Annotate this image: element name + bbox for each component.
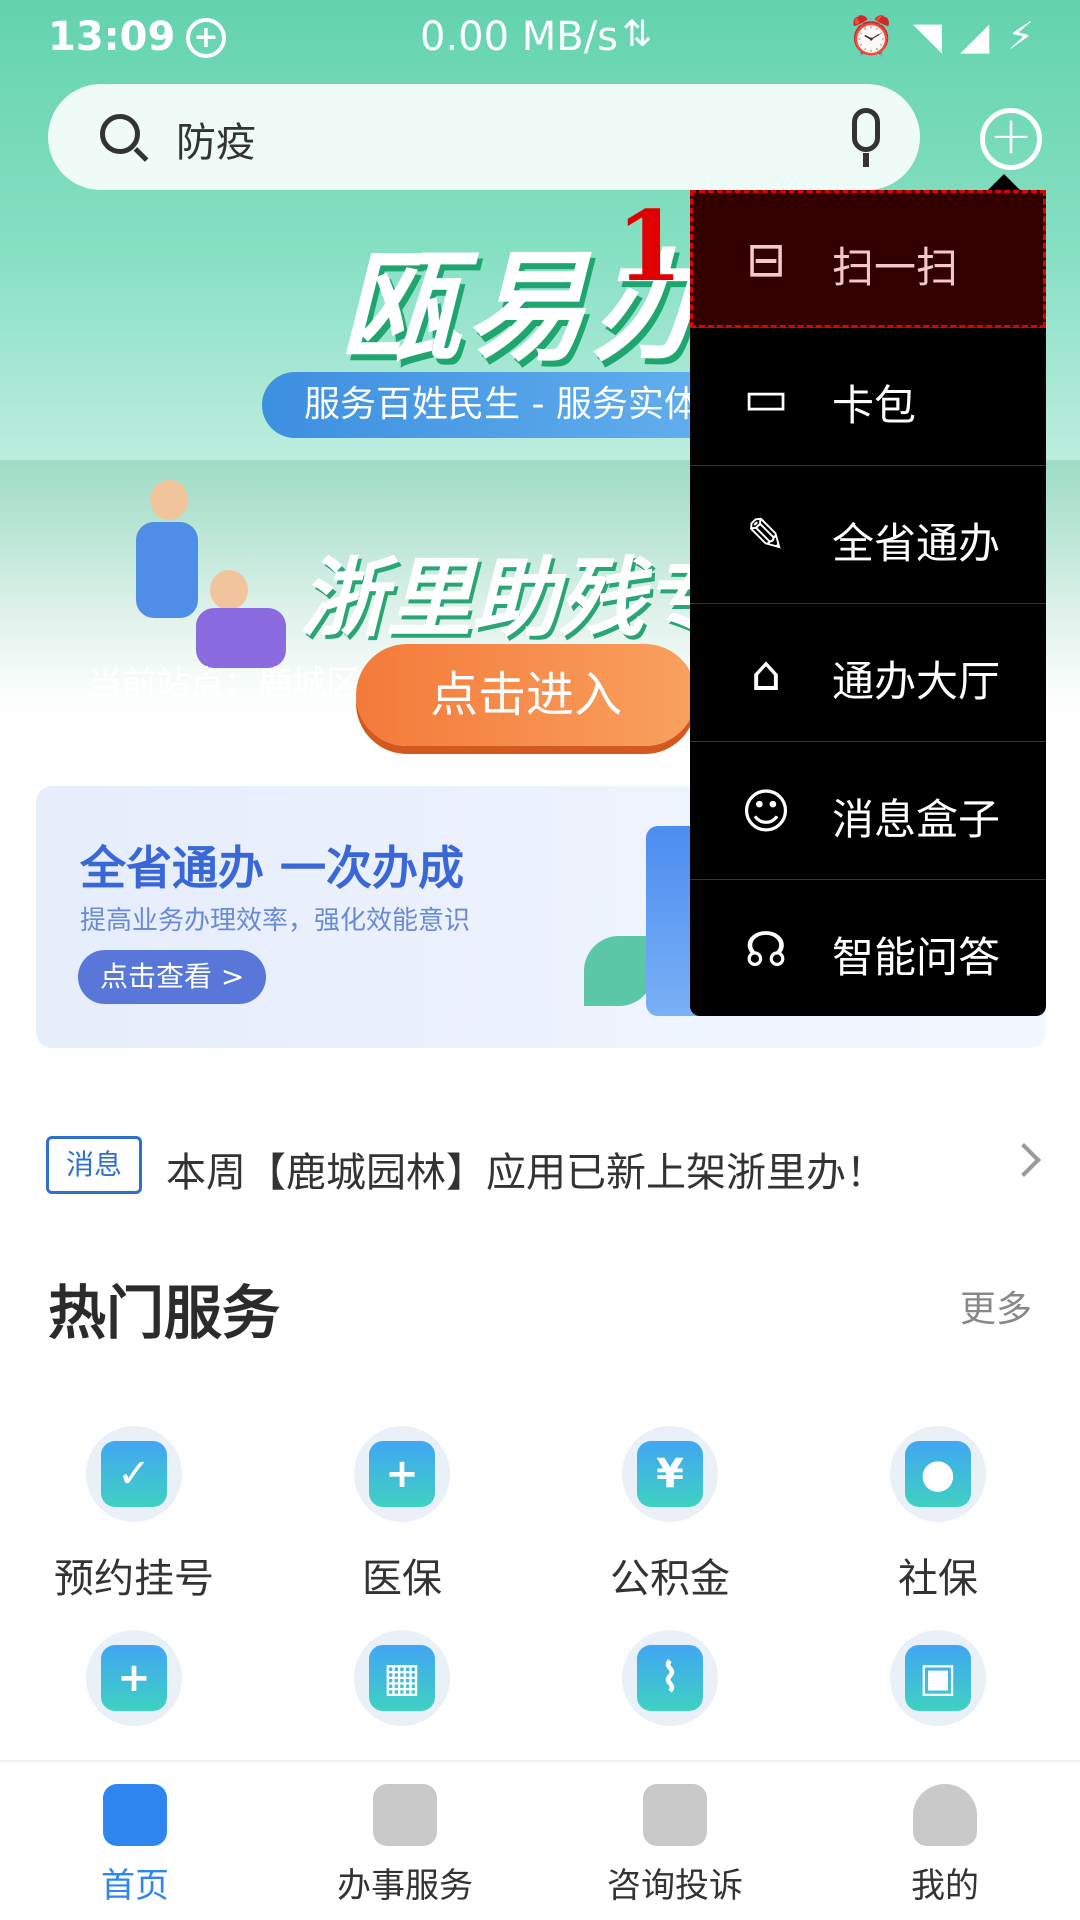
service-label: 公积金	[610, 1556, 730, 1602]
service-item-7[interactable]: ⌇	[560, 1630, 780, 1726]
qrcode-icon: ▦	[369, 1645, 435, 1711]
menu-item-label: 智能问答	[832, 933, 1001, 982]
document-clock-icon	[373, 1784, 437, 1846]
menu-item-label: 消息盒子	[832, 795, 1001, 844]
people-voice-icon	[643, 1784, 707, 1846]
service-social-security[interactable]: ● 社保	[828, 1426, 1048, 1604]
notice-bar[interactable]: 消息 本周【鹿城园林】应用已新上架浙里办！	[46, 1136, 1041, 1198]
nav-label: 咨询投诉	[607, 1866, 743, 1906]
service-label: 预约挂号	[54, 1556, 214, 1602]
leaf-illustration	[584, 936, 654, 1006]
shield-plus-icon: +	[101, 1645, 167, 1711]
bottom-nav: 首页 办事服务 咨询投诉 我的	[0, 1760, 1080, 1920]
id-card-search-icon: ▣	[905, 1645, 971, 1711]
hot-services-title: 热门服务	[48, 1279, 281, 1347]
status-time: 13:09	[48, 14, 176, 60]
house-yuan-icon: ¥	[637, 1441, 703, 1507]
wifi-icon: ◥	[912, 14, 943, 58]
menu-item-smart-qa[interactable]: ☊ 智能问答	[690, 880, 1046, 1018]
data-transfer-icon: ⇅	[622, 14, 653, 55]
menu-item-service-hall[interactable]: ⌂ 通办大厅	[690, 604, 1046, 742]
service-item-5[interactable]: +	[24, 1630, 244, 1726]
network-speed: 0.00 MB/s	[420, 14, 619, 60]
notice-message[interactable]: 本周【鹿城园林】应用已新上架浙里办！	[166, 1140, 886, 1198]
robot-icon: ☊	[744, 922, 788, 978]
enter-button[interactable]: 点击进入	[356, 644, 696, 746]
home-bag-icon	[103, 1784, 167, 1846]
user-icon	[913, 1784, 977, 1846]
service-housing-fund[interactable]: ¥ 公积金	[560, 1426, 780, 1604]
notice-tag: 消息	[46, 1136, 142, 1194]
menu-item-message-box[interactable]: ☺ 消息盒子	[690, 742, 1046, 880]
chevron-right-icon[interactable]	[1007, 1143, 1041, 1177]
nav-label: 首页	[101, 1866, 169, 1906]
service-medical-insurance[interactable]: + 医保	[292, 1426, 512, 1604]
current-station[interactable]: 当前站点：鹿城区	[88, 656, 360, 705]
service-label: 社保	[898, 1556, 978, 1602]
status-icons: ⏰ ◥ ◢ ⚡	[848, 14, 1034, 59]
nav-home[interactable]: 首页	[0, 1762, 270, 1920]
nav-services[interactable]: 办事服务	[270, 1762, 540, 1920]
card-wallet-icon: ▭	[743, 370, 789, 426]
service-item-8[interactable]: ▣	[828, 1630, 1048, 1726]
home-icon: ⌂	[750, 646, 782, 702]
search-input[interactable]: 防疫	[176, 110, 256, 168]
menu-item-scan[interactable]: ⊟ 扫一扫	[690, 190, 1046, 328]
search-icon	[100, 114, 140, 154]
alarm-icon: ⏰	[847, 14, 895, 58]
signal-icon: ◢	[960, 14, 990, 58]
plus-circle-icon: +	[186, 18, 226, 58]
menu-item-label: 全省通办	[832, 519, 1001, 568]
status-bar: 13:09 + 0.00 MB/s ⇅ ⏰ ◥ ◢ ⚡	[0, 0, 1080, 76]
service-item-6[interactable]: ▦	[292, 1630, 512, 1726]
menu-item-card-wallet[interactable]: ▭ 卡包	[690, 328, 1046, 466]
add-menu-button[interactable]: +	[980, 108, 1042, 170]
service-label: 医保	[362, 1556, 442, 1602]
nav-label: 我的	[911, 1866, 979, 1906]
menu-item-label: 通办大厅	[832, 657, 1001, 706]
search-bar[interactable]: 防疫	[48, 84, 920, 190]
chat-bubble-icon: ☺	[740, 784, 792, 840]
shield-person-icon: ●	[905, 1441, 971, 1507]
nav-consult[interactable]: 咨询投诉	[540, 1762, 810, 1920]
edit-icon: ✎	[745, 508, 787, 564]
promo-subtitle: 提高业务办理效率，强化效能意识	[80, 906, 471, 936]
calendar-check-icon: ✓	[101, 1441, 167, 1507]
menu-item-province-service[interactable]: ✎ 全省通办	[690, 466, 1046, 604]
menu-item-label: 扫一扫	[832, 243, 959, 292]
battery-icon: ⚡	[1007, 14, 1034, 58]
menu-item-label: 卡包	[832, 381, 917, 430]
promo-title: 全省通办 一次办成	[80, 841, 465, 895]
more-link[interactable]: 更多	[960, 1280, 1032, 1332]
promo-view-button[interactable]: 点击查看 >	[78, 950, 267, 1004]
medical-kit-icon: +	[369, 1441, 435, 1507]
nav-label: 办事服务	[337, 1866, 473, 1906]
highlight-marker: 1	[616, 190, 683, 303]
microphone-icon[interactable]	[852, 108, 880, 167]
add-dropdown-menu: ⊟ 扫一扫 ▭ 卡包 ✎ 全省通办 ⌂ 通办大厅 ☺ 消息盒子 ☊ 智能问答	[690, 174, 1046, 1018]
scan-icon: ⊟	[745, 232, 787, 288]
nav-mine[interactable]: 我的	[810, 1762, 1080, 1920]
service-appointment[interactable]: ✓ 预约挂号	[24, 1426, 244, 1604]
deer-icon: ⌇	[637, 1645, 703, 1711]
